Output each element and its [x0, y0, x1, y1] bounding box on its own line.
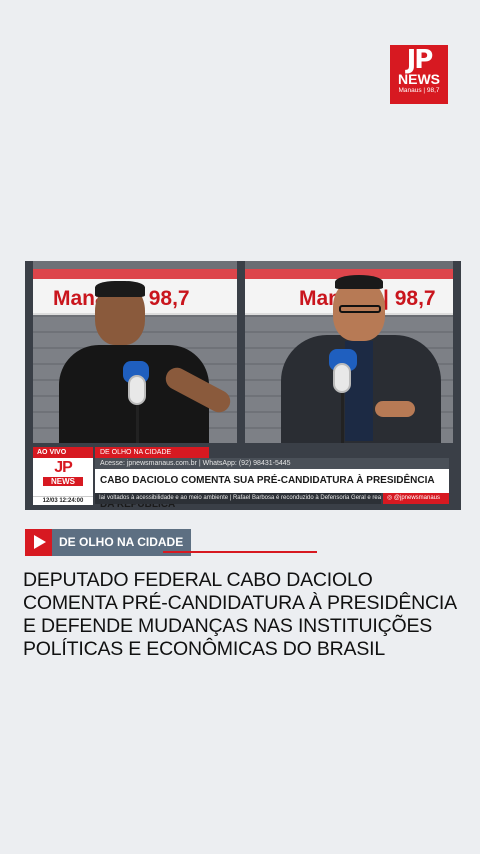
social-handle: ◎ @jpnewsmanaus — [383, 493, 449, 504]
broadcast-logo: JP NEWS — [33, 458, 93, 496]
broadcast-time: 12/03 12:24:00 — [33, 496, 93, 505]
instagram-icon: ◎ — [387, 495, 394, 501]
microphone-icon — [128, 375, 146, 405]
play-icon — [25, 529, 52, 556]
article-title: DEPUTADO FEDERAL CABO DACIOLO COMENTA PR… — [23, 569, 456, 660]
lower-third-kicker: DE OLHO NA CIDADE — [95, 447, 209, 458]
video-panel-host: Manaus | 98,7 — [245, 261, 453, 443]
lower-third-contact: Acesse: jpnewsmanaus.com.br | WhatsApp: … — [95, 458, 449, 469]
logo-name: NEWS — [398, 71, 440, 87]
jp-news-logo: JP NEWS Manaus | 98,7 — [390, 45, 448, 104]
section-divider — [163, 551, 317, 553]
video-panel-guest: Manaus | 98,7 — [33, 261, 237, 443]
microphone-icon — [333, 363, 351, 393]
logo-mark: JP — [406, 45, 434, 75]
news-ticker: Iai voltados à acessibilidade e ao meio … — [95, 493, 381, 504]
lower-third-headline: CABO DACIOLO COMENTA SUA PRÉ-CANDIDATURA… — [95, 469, 449, 510]
live-badge: AO VIVO — [33, 447, 93, 458]
logo-city: Manaus | 98,7 — [398, 87, 440, 94]
video-player[interactable]: Manaus | 98,7 Manaus | 98,7 — [25, 261, 461, 510]
